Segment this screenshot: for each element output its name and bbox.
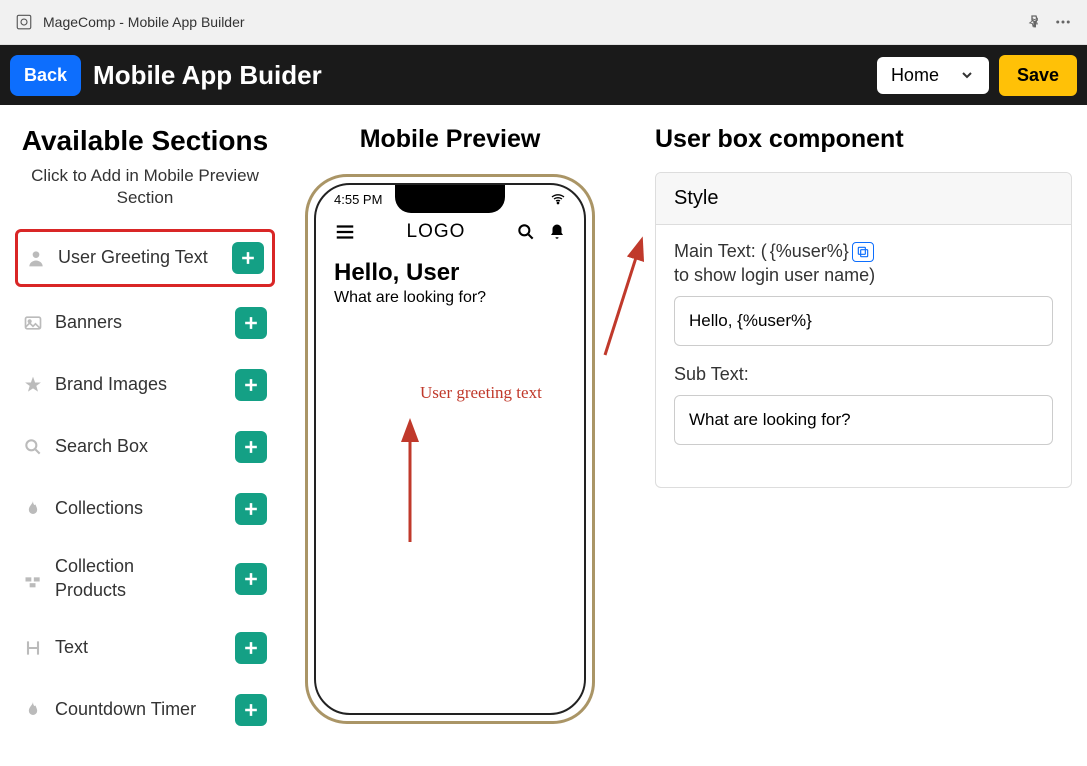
add-button[interactable] [235, 563, 267, 595]
section-item-banners[interactable]: Banners [15, 297, 275, 349]
back-button[interactable]: Back [10, 55, 81, 96]
greeting-main-text: Hello, User [316, 253, 584, 289]
annotation-arrow-icon [395, 417, 425, 547]
preview-title: Mobile Preview [360, 125, 541, 154]
page-select-label: Home [891, 65, 939, 86]
phone-frame: 4:55 PM LOGO [305, 174, 595, 724]
sidebar-subtitle: Click to Add in Mobile Preview Section [15, 165, 275, 209]
main-text-label: Main Text: ({%user%} to show login user … [674, 241, 1053, 286]
app-header: LOGO [316, 211, 584, 253]
app-logo-icon [15, 13, 33, 31]
flame-icon [23, 700, 43, 720]
flame-icon [23, 499, 43, 519]
page-select[interactable]: Home [877, 57, 989, 94]
add-button[interactable] [235, 369, 267, 401]
section-label: User Greeting Text [58, 246, 208, 269]
search-icon [23, 437, 43, 457]
greeting-sub-text: What are looking for? [316, 289, 584, 307]
properties-panel: User box component Style Main Text: ({%u… [625, 125, 1072, 746]
main-text-input[interactable] [674, 296, 1053, 346]
grid-icon [23, 569, 43, 589]
section-item-brand-images[interactable]: Brand Images [15, 359, 275, 411]
add-button[interactable] [235, 493, 267, 525]
style-section-header[interactable]: Style [656, 173, 1071, 225]
panel-title: User box component [655, 125, 1072, 154]
mobile-preview-panel: Mobile Preview 4:55 PM LOGO [295, 125, 605, 746]
section-item-collections[interactable]: Collections [15, 483, 275, 535]
save-button[interactable]: Save [999, 55, 1077, 96]
window-title: MageComp - Mobile App Builder [43, 14, 245, 30]
chevron-down-icon [959, 67, 975, 83]
add-button[interactable] [235, 632, 267, 664]
section-item-text[interactable]: Text [15, 622, 275, 674]
add-button[interactable] [235, 307, 267, 339]
page-title: Mobile App Buider [93, 60, 322, 91]
section-label: Search Box [55, 435, 148, 458]
section-item-collection-products[interactable]: Collection Products [15, 545, 275, 612]
add-button[interactable] [235, 694, 267, 726]
annotation-greeting-label: User greeting text [420, 383, 542, 403]
section-label: Banners [55, 311, 122, 334]
nav-bar: Back Mobile App Buider Home Save [0, 45, 1087, 105]
sidebar-title: Available Sections [15, 125, 275, 157]
bell-icon[interactable] [548, 223, 566, 241]
heading-icon [23, 638, 43, 658]
section-label: Text [55, 636, 88, 659]
star-icon [23, 375, 43, 395]
window-header: MageComp - Mobile App Builder [0, 0, 1087, 45]
section-item-search-box[interactable]: Search Box [15, 421, 275, 473]
status-time: 4:55 PM [334, 192, 382, 207]
copy-placeholder-button[interactable] [852, 242, 874, 262]
sub-text-input[interactable] [674, 395, 1053, 445]
more-icon[interactable] [1054, 13, 1072, 31]
section-label: Collection Products [55, 555, 205, 602]
section-label: Countdown Timer [55, 698, 196, 721]
user-icon [26, 248, 46, 268]
annotation-arrow-icon [595, 235, 655, 365]
hamburger-icon[interactable] [334, 221, 356, 243]
available-sections-panel: Available Sections Click to Add in Mobil… [15, 125, 275, 746]
section-label: Brand Images [55, 373, 167, 396]
add-button[interactable] [232, 242, 264, 274]
wifi-icon [550, 191, 566, 207]
image-icon [23, 313, 43, 333]
section-item-user-greeting[interactable]: User Greeting Text [15, 229, 275, 287]
search-icon[interactable] [516, 222, 536, 242]
add-button[interactable] [235, 431, 267, 463]
app-logo: LOGO [407, 221, 466, 243]
section-label: Collections [55, 497, 143, 520]
sub-text-label: Sub Text: [674, 364, 1053, 385]
phone-notch [395, 185, 505, 213]
section-item-countdown-timer[interactable]: Countdown Timer [15, 684, 275, 736]
pin-icon[interactable] [1026, 14, 1042, 30]
